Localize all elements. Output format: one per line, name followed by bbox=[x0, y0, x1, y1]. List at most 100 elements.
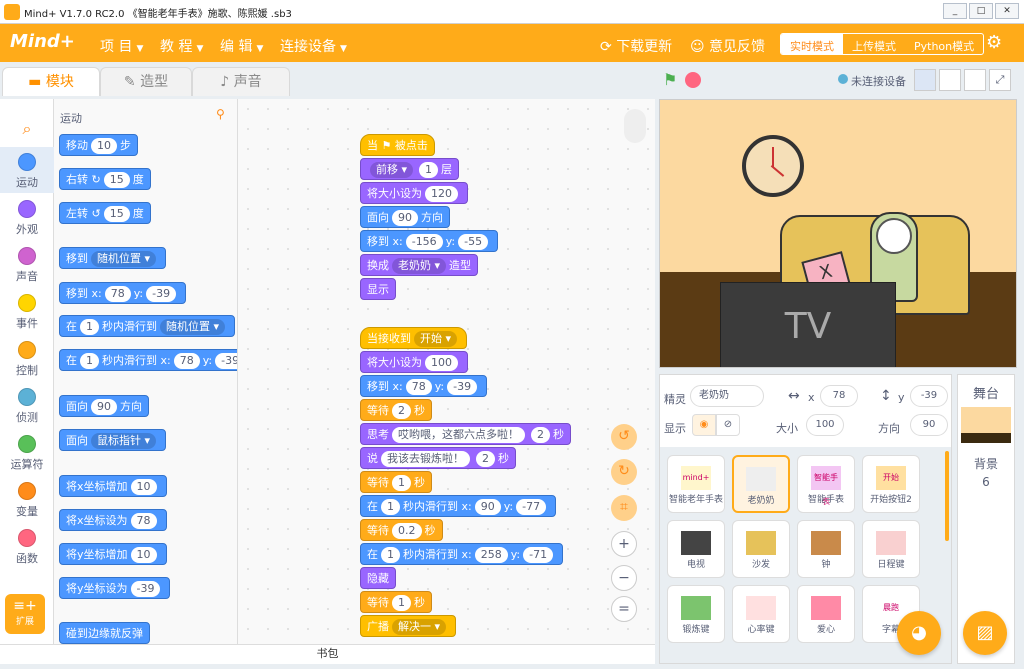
menu-project[interactable]: 项 目 ▼ bbox=[100, 36, 143, 56]
category-9[interactable]: 函数 bbox=[0, 523, 54, 569]
block-show[interactable]: 显示 bbox=[360, 278, 396, 300]
menu-tutorial[interactable]: 教 程 ▼ bbox=[160, 36, 203, 56]
block-switch-costume[interactable]: 换成 老奶奶 ▾ 造型 bbox=[360, 254, 479, 276]
category-4[interactable]: 事件 bbox=[0, 288, 54, 334]
search-icon[interactable]: ⌕ bbox=[0, 109, 54, 147]
sprite-tile[interactable]: 爱心 bbox=[797, 585, 855, 643]
script-workspace[interactable]: 当 ⚑ 被点击 前移 ▾ 1 层 将大小设为 120 面向 90 方向 移到 x: -156… bbox=[238, 99, 655, 644]
pin-icon[interactable]: ⚲ bbox=[216, 107, 225, 121]
sprite-tile[interactable]: 老奶奶 bbox=[732, 455, 790, 513]
sprite-tile[interactable]: 心率键 bbox=[732, 585, 790, 643]
hide-eye-icon[interactable]: ⊘ bbox=[716, 414, 740, 436]
block-glide-xy[interactable]: 在 1 秒内滑行到 x: 90 y: -77 bbox=[360, 495, 557, 517]
hat-when-receive[interactable]: 当接收到 开始 ▾ bbox=[360, 327, 468, 349]
block-turn-left[interactable]: 左转 ↺ 15 度 bbox=[59, 202, 151, 224]
block-glide-xy[interactable]: 在 1 秒内滑行到 x: 258 y: -71 bbox=[360, 543, 564, 565]
stage-thumbnail[interactable] bbox=[961, 407, 1011, 443]
redo-icon[interactable]: ↻ bbox=[611, 459, 637, 485]
category-5[interactable]: 控制 bbox=[0, 335, 54, 381]
menu-edit[interactable]: 编 辑 ▼ bbox=[220, 36, 263, 56]
python-mode-tab[interactable]: Python模式 bbox=[905, 34, 983, 54]
add-backdrop-icon[interactable]: ▨ bbox=[963, 611, 1007, 655]
hat-green-flag[interactable]: 当 ⚑ 被点击 bbox=[360, 134, 435, 156]
block-glide[interactable]: 在 1 秒内滑行到 随机位置 ▾ bbox=[59, 315, 236, 337]
block-goto-xy[interactable]: 移到 x: 78 y: -39 bbox=[59, 282, 187, 304]
settings-gear-icon[interactable]: ⚙ bbox=[986, 32, 1002, 53]
tab-sounds[interactable]: ♪ 声音 bbox=[192, 67, 290, 96]
block-goto[interactable]: 移到 随机位置 ▾ bbox=[59, 247, 167, 269]
upload-mode-tab[interactable]: 上传模式 bbox=[843, 34, 905, 54]
stop-icon[interactable] bbox=[685, 72, 701, 88]
sprite-tile[interactable]: 日程键 bbox=[862, 520, 920, 578]
block-change-y[interactable]: 将y坐标增加 10 bbox=[59, 543, 167, 565]
sprite-tile[interactable]: mind+ 智能老年手表 bbox=[667, 455, 725, 513]
block-set-size[interactable]: 将大小设为 120 bbox=[360, 182, 468, 204]
sprite-x-field[interactable]: 78 bbox=[820, 385, 858, 407]
category-3[interactable]: 声音 bbox=[0, 241, 54, 287]
category-7[interactable]: 运算符 bbox=[0, 429, 54, 475]
green-flag-icon[interactable]: ⚑ bbox=[663, 70, 677, 89]
sprite-tile[interactable]: 开始 开始按钮2 bbox=[862, 455, 920, 513]
category-6[interactable]: 侦测 bbox=[0, 382, 54, 428]
block-point-direction[interactable]: 面向 90 方向 bbox=[59, 395, 149, 417]
sprite-label: 精灵 bbox=[664, 393, 686, 406]
small-stage-icon[interactable] bbox=[914, 69, 936, 91]
tab-blocks[interactable]: ▬ 模块 bbox=[2, 67, 100, 96]
tab-costumes[interactable]: ✎ 造型 bbox=[100, 67, 192, 96]
block-set-y[interactable]: 将y坐标设为 -39 bbox=[59, 577, 171, 599]
maximize-button[interactable]: □ bbox=[969, 3, 993, 19]
block-set-x[interactable]: 将x坐标设为 78 bbox=[59, 509, 167, 531]
close-button[interactable]: ✕ bbox=[995, 3, 1019, 19]
sprite-tile[interactable]: 沙发 bbox=[732, 520, 790, 578]
block-wait[interactable]: 等待 1 秒 bbox=[360, 591, 432, 613]
sprite-tile[interactable]: 智能手表 智能手表 bbox=[797, 455, 855, 513]
sprite-size-field[interactable]: 100 bbox=[806, 414, 844, 436]
download-update-button[interactable]: ⟳ 下载更新 bbox=[600, 36, 672, 56]
sprite-y-field[interactable]: -39 bbox=[910, 385, 948, 407]
zoom-in-icon[interactable]: + bbox=[611, 531, 637, 557]
block-think[interactable]: 思考 哎哟喂，这都六点多啦！ 2 秒 bbox=[360, 423, 571, 445]
stage-canvas[interactable]: X TV bbox=[659, 99, 1017, 368]
block-change-x[interactable]: 将x坐标增加 10 bbox=[59, 475, 167, 497]
realtime-mode-tab[interactable]: 实时模式 bbox=[781, 34, 843, 54]
sprite-tile[interactable]: 钟 bbox=[797, 520, 855, 578]
block-hide[interactable]: 隐藏 bbox=[360, 567, 396, 589]
category-1[interactable]: 运动 bbox=[0, 147, 54, 193]
block-broadcast[interactable]: 广播 解决一 ▾ bbox=[360, 615, 457, 637]
block-wait[interactable]: 等待 1 秒 bbox=[360, 471, 432, 493]
minimize-button[interactable]: _ bbox=[943, 3, 967, 19]
block-point-direction[interactable]: 面向 90 方向 bbox=[360, 206, 450, 228]
backpack-bar[interactable]: 书包 bbox=[0, 644, 655, 664]
fullscreen-icon[interactable]: ⤢ bbox=[989, 69, 1011, 91]
feedback-button[interactable]: ☺ 意见反馈 bbox=[690, 36, 765, 56]
block-goto-xy[interactable]: 移到 x: -156 y: -55 bbox=[360, 230, 499, 252]
category-2[interactable]: 外观 bbox=[0, 194, 54, 240]
block-say[interactable]: 说我该去锻炼啦！ 2 秒 bbox=[360, 447, 516, 469]
block-set-size[interactable]: 将大小设为 100 bbox=[360, 351, 468, 373]
sprite-tile[interactable]: 电视 bbox=[667, 520, 725, 578]
menu-connect-device[interactable]: 连接设备 ▼ bbox=[280, 36, 347, 56]
zoom-out-icon[interactable]: − bbox=[611, 565, 637, 591]
extension-button[interactable]: ≡+ 扩展 bbox=[5, 594, 45, 634]
category-8[interactable]: 变量 bbox=[0, 476, 54, 522]
block-goto-xy[interactable]: 移到 x: 78 y: -39 bbox=[360, 375, 488, 397]
block-point-towards[interactable]: 面向 鼠标指针 ▾ bbox=[59, 429, 167, 451]
scrollbar[interactable] bbox=[945, 451, 949, 541]
block-bounce[interactable]: 碰到边缘就反弹 bbox=[59, 622, 150, 644]
block-go-forward-layer[interactable]: 前移 ▾ 1 层 bbox=[360, 158, 460, 180]
sprite-direction-field[interactable]: 90 bbox=[910, 414, 948, 436]
block-glide-xy[interactable]: 在 1 秒内滑行到 x: 78 y: -39 bbox=[59, 349, 237, 371]
zoom-reset-icon[interactable]: = bbox=[611, 596, 637, 622]
sprite-name-field[interactable]: 老奶奶 bbox=[690, 385, 764, 407]
large-stage-icon[interactable] bbox=[939, 69, 961, 91]
block-move[interactable]: 移动 10 步 bbox=[59, 134, 138, 156]
undo-icon[interactable]: ↺ bbox=[611, 424, 637, 450]
sprite-tile[interactable]: 锻炼键 bbox=[667, 585, 725, 643]
show-eye-icon[interactable]: ◉ bbox=[692, 414, 716, 436]
add-sprite-cat-icon[interactable]: ◕ bbox=[897, 611, 941, 655]
hide-stage-icon[interactable] bbox=[964, 69, 986, 91]
block-wait[interactable]: 等待 0.2 秒 bbox=[360, 519, 443, 541]
block-wait[interactable]: 等待 2 秒 bbox=[360, 399, 432, 421]
crop-icon[interactable]: ⌗ bbox=[611, 495, 637, 521]
block-turn-right[interactable]: 右转 ↻ 15 度 bbox=[59, 168, 151, 190]
